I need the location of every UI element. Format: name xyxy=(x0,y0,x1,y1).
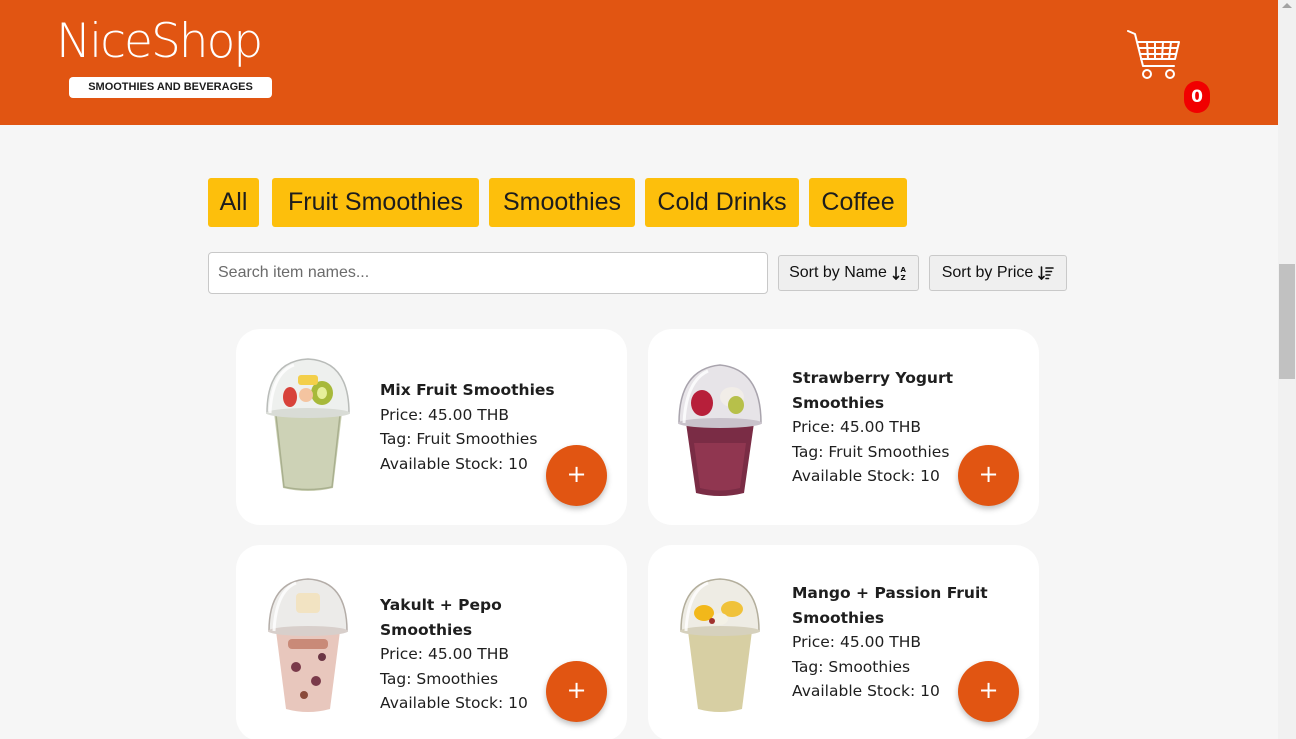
svg-text:Z: Z xyxy=(900,274,905,281)
product-name: Mango + Passion Fruit Smoothies xyxy=(792,584,988,627)
product-card: Mix Fruit Smoothies Price: 45.00 THB Tag… xyxy=(236,329,627,525)
strawberry-yogurt-smoothie-image xyxy=(678,364,762,496)
mango-passion-fruit-smoothie-image xyxy=(680,578,760,712)
product-name: Yakult + Pepo Smoothies xyxy=(380,596,502,639)
shopping-cart-icon[interactable] xyxy=(1126,28,1182,82)
add-to-cart-button[interactable]: + xyxy=(958,445,1019,506)
product-card: Strawberry Yogurt Smoothies Price: 45.00… xyxy=(648,329,1039,525)
add-to-cart-button[interactable]: + xyxy=(546,661,607,722)
scroll-up-arrow-icon[interactable] xyxy=(1282,3,1292,8)
scrollbar-thumb[interactable] xyxy=(1279,264,1295,379)
filter-smoothies-button[interactable]: Smoothies xyxy=(489,178,635,227)
sort-amount-down-icon xyxy=(1038,266,1055,280)
mix-fruit-smoothie-image xyxy=(266,358,350,491)
filter-coffee-button[interactable]: Coffee xyxy=(809,178,907,227)
sort-by-price-button[interactable]: Sort by Price xyxy=(929,255,1067,291)
product-price: Price: 45.00 THB xyxy=(792,633,922,651)
add-to-cart-button[interactable]: + xyxy=(546,445,607,506)
search-input[interactable] xyxy=(208,252,768,294)
sort-alpha-down-icon: A Z xyxy=(892,266,906,281)
logo[interactable]: NiceShop SMOOTHIES AND BEVERAGES xyxy=(56,14,272,98)
product-card: Yakult + Pepo Smoothies Price: 45.00 THB… xyxy=(236,545,627,739)
product-price: Price: 45.00 THB xyxy=(792,418,922,436)
filter-cold-drinks-button[interactable]: Cold Drinks xyxy=(645,178,799,227)
product-price: Price: 45.00 THB xyxy=(380,405,510,424)
filter-all-button[interactable]: All xyxy=(208,178,259,227)
product-name: Mix Fruit Smoothies xyxy=(380,381,555,399)
product-card: Mango + Passion Fruit Smoothies Price: 4… xyxy=(648,545,1039,739)
yakult-pepo-smoothie-image xyxy=(268,578,348,712)
sort-by-name-button[interactable]: Sort by Name A Z xyxy=(778,255,919,291)
sort-by-name-label: Sort by Name xyxy=(789,264,887,281)
product-name: Strawberry Yogurt Smoothies xyxy=(792,369,954,412)
category-filters: All Fruit Smoothies Smoothies Cold Drink… xyxy=(208,178,907,227)
sort-by-price-label: Sort by Price xyxy=(941,264,1034,281)
logo-text: NiceShop xyxy=(56,14,263,69)
svg-text:A: A xyxy=(900,266,906,274)
site-header: NiceShop SMOOTHIES AND BEVERAGES 0 xyxy=(0,0,1278,125)
logo-tagline: SMOOTHIES AND BEVERAGES xyxy=(69,77,272,98)
add-to-cart-button[interactable]: + xyxy=(958,661,1019,722)
filter-fruit-smoothies-button[interactable]: Fruit Smoothies xyxy=(272,178,479,227)
cart-count-badge: 0 xyxy=(1184,81,1210,113)
page-scrollbar[interactable] xyxy=(1278,0,1296,739)
